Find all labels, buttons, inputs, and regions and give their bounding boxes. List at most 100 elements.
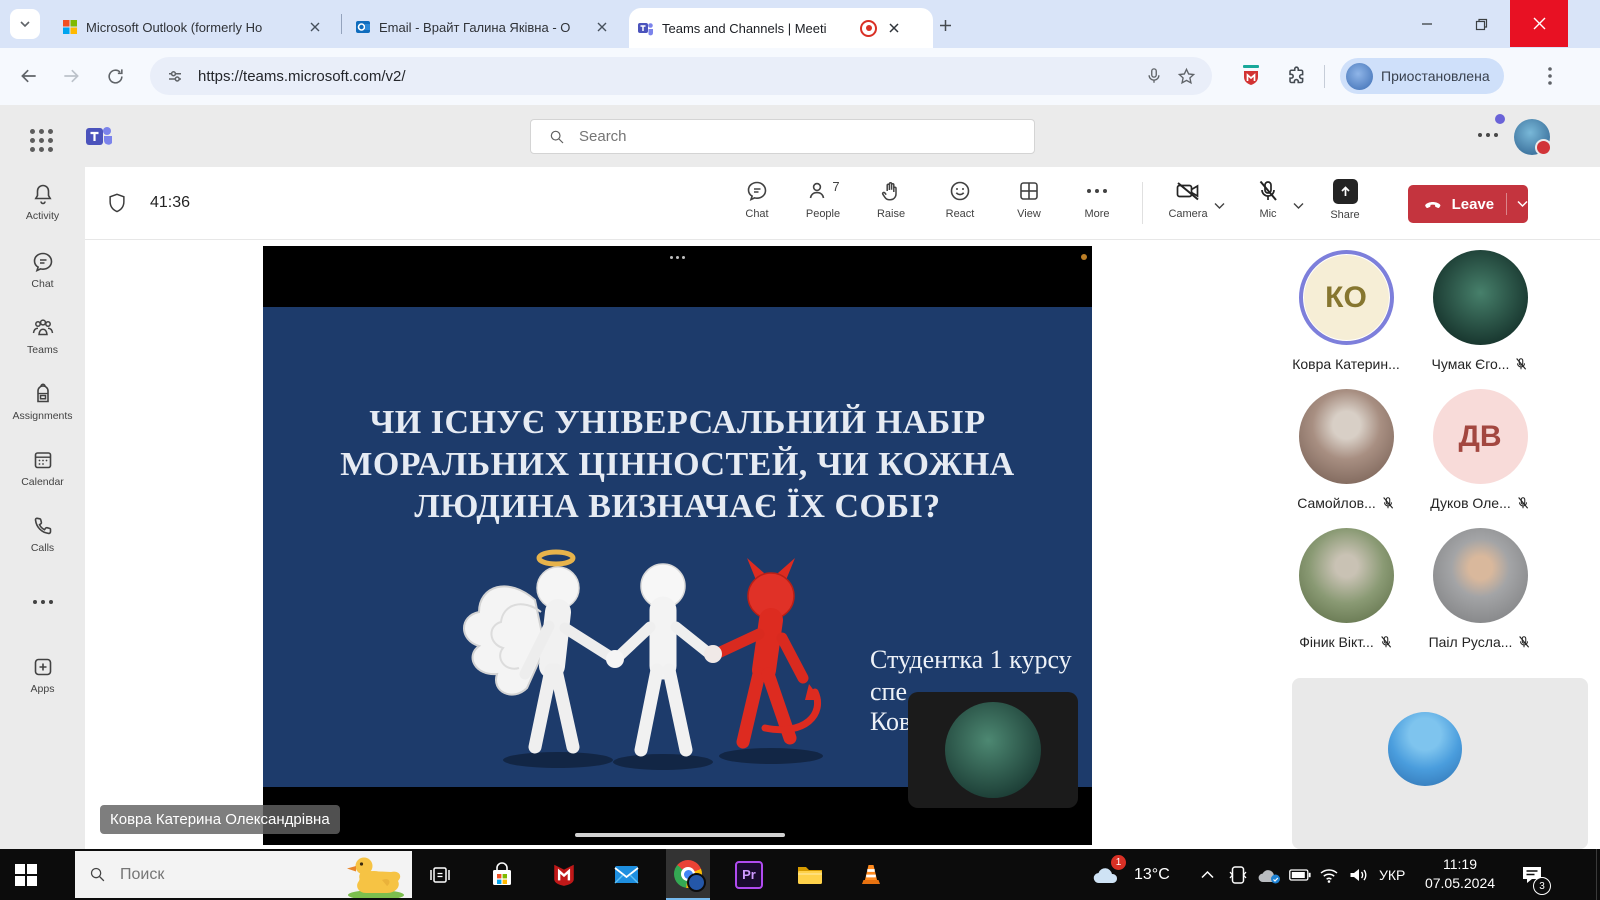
- tray-show-hidden-icons[interactable]: [1190, 849, 1224, 900]
- taskbar-item-chrome-active[interactable]: [666, 849, 710, 900]
- tab-search-chevron-button[interactable]: [10, 9, 40, 39]
- tab-close-button[interactable]: [885, 19, 903, 37]
- url-text[interactable]: https://teams.microsoft.com/v2/: [198, 68, 1145, 85]
- self-view-tile[interactable]: [908, 692, 1078, 808]
- sidebar-item-teams[interactable]: Teams: [0, 316, 85, 356]
- taskbar-search-input[interactable]: [118, 865, 312, 885]
- search-icon: [549, 129, 565, 145]
- participant-grid: КО Ковра Катерин... Чумак Єго... Самойло…: [1279, 250, 1559, 651]
- meeting-raise-hand-button[interactable]: Raise: [861, 179, 921, 220]
- address-bar[interactable]: https://teams.microsoft.com/v2/: [150, 57, 1212, 95]
- taskbar-item-mail[interactable]: [604, 849, 648, 900]
- reload-button[interactable]: [98, 59, 132, 93]
- tab-close-button[interactable]: [593, 18, 611, 36]
- sidebar-item-assignments[interactable]: Assignments: [0, 382, 85, 422]
- mic-options-chevron[interactable]: [1293, 197, 1304, 215]
- participant-tile-large[interactable]: [1292, 678, 1588, 849]
- show-desktop-button[interactable]: [1596, 849, 1600, 900]
- search-input[interactable]: [577, 127, 961, 146]
- sidebar-item-calendar[interactable]: Calendar: [0, 448, 85, 488]
- teams-search-bar[interactable]: [530, 119, 1035, 154]
- toolbar-divider: [1324, 65, 1325, 88]
- meeting-chat-button[interactable]: Chat: [727, 179, 787, 220]
- leave-options-chevron[interactable]: [1517, 200, 1528, 208]
- teams-profile-avatar[interactable]: [1514, 119, 1550, 155]
- participant-tile[interactable]: ДВ Дуков Оле...: [1413, 389, 1547, 512]
- extensions-puzzle-icon[interactable]: [1286, 65, 1307, 91]
- profile-chip[interactable]: Приостановлена: [1340, 58, 1504, 94]
- teams-more-options-button[interactable]: [1478, 133, 1498, 137]
- meeting-react-button[interactable]: React: [930, 179, 990, 220]
- meeting-share-button[interactable]: Share: [1315, 179, 1375, 221]
- tray-wifi-icon[interactable]: [1313, 849, 1345, 900]
- tab-teams-active[interactable]: Teams and Channels | Meeti: [629, 8, 933, 48]
- taskbar-item-vlc[interactable]: [849, 849, 893, 900]
- tray-weather-temp[interactable]: 13°C: [1134, 866, 1170, 884]
- ellipsis-icon: [33, 600, 53, 604]
- participant-tile[interactable]: Чумак Єго...: [1413, 250, 1547, 373]
- participant-tile[interactable]: КО Ковра Катерин...: [1279, 250, 1413, 373]
- shared-presentation[interactable]: ЧИ ІСНУЄ УНІВЕРСАЛЬНИЙ НАБІР МОРАЛЬНИХ Ц…: [263, 246, 1092, 845]
- new-tab-button[interactable]: [932, 12, 958, 38]
- window-close-button[interactable]: [1510, 0, 1568, 47]
- sidebar-item-activity[interactable]: Activity: [0, 182, 85, 222]
- tray-clock[interactable]: 11:19 07.05.2024: [1412, 855, 1508, 893]
- start-button[interactable]: [4, 849, 48, 900]
- window-restore-button[interactable]: [1458, 1, 1504, 47]
- sidebar-item-chat[interactable]: Chat: [0, 250, 85, 290]
- tray-weather-icon[interactable]: 1: [1088, 849, 1124, 900]
- taskbar-search-box[interactable]: [75, 851, 412, 898]
- taskbar-item-mcafee[interactable]: [542, 849, 586, 900]
- presentation-scrollbar[interactable]: [575, 833, 785, 837]
- leave-label: Leave: [1452, 196, 1495, 213]
- browser-menu-button[interactable]: [1536, 62, 1564, 90]
- avatar-photo: [1433, 250, 1528, 345]
- mcafee-extension-icon[interactable]: [1240, 64, 1262, 93]
- app-launcher-waffle-icon[interactable]: [30, 129, 53, 152]
- calendar-icon: [31, 448, 55, 472]
- meeting-view-button[interactable]: View: [999, 179, 1059, 220]
- avatar-photo: [1388, 712, 1462, 786]
- camera-options-chevron[interactable]: [1214, 197, 1225, 215]
- tab-close-button[interactable]: [306, 18, 324, 36]
- tray-onedrive-icon[interactable]: [1252, 849, 1286, 900]
- meeting-security-shield-icon[interactable]: [106, 191, 128, 220]
- voice-search-icon[interactable]: [1145, 67, 1163, 85]
- bookmark-star-icon[interactable]: [1177, 67, 1196, 86]
- presentation-drag-handle[interactable]: [670, 256, 685, 259]
- action-center-button[interactable]: 3: [1512, 849, 1552, 900]
- taskbar-item-file-explorer[interactable]: [788, 849, 832, 900]
- forward-button[interactable]: [54, 59, 88, 93]
- meeting-people-button[interactable]: 7 People: [793, 179, 853, 220]
- tray-battery-icon[interactable]: [1284, 849, 1316, 900]
- sidebar-item-calls[interactable]: Calls: [0, 514, 85, 554]
- leave-button[interactable]: Leave: [1408, 185, 1528, 223]
- site-settings-icon[interactable]: [166, 67, 184, 85]
- microsoft-store-icon: [489, 862, 515, 888]
- participant-name: Дуков Оле...: [1430, 495, 1511, 511]
- taskbar-item-microsoft-store[interactable]: [480, 849, 524, 900]
- task-view-button[interactable]: [418, 849, 462, 900]
- tray-phone-link-icon[interactable]: [1222, 849, 1254, 900]
- people-count-badge: 7: [832, 179, 839, 194]
- tray-volume-icon[interactable]: [1342, 849, 1374, 900]
- people-icon: [806, 179, 830, 203]
- taskbar-item-premiere[interactable]: Pr: [727, 849, 771, 900]
- tab-outlook-home[interactable]: Microsoft Outlook (formerly Ho: [54, 8, 352, 46]
- window-minimize-button[interactable]: [1404, 1, 1450, 47]
- participant-name: Самойлов...: [1297, 495, 1376, 511]
- participant-tile[interactable]: Фіник Вікт...: [1279, 528, 1413, 651]
- meeting-more-button[interactable]: More: [1067, 179, 1127, 220]
- sidebar-more-button[interactable]: [0, 600, 85, 604]
- tab-email[interactable]: Email - Врайт Галина Яківна - O: [347, 8, 639, 46]
- sidebar-item-apps[interactable]: Apps: [0, 655, 85, 695]
- participant-tile[interactable]: Самойлов...: [1279, 389, 1413, 512]
- teams-logo[interactable]: [84, 122, 114, 157]
- participant-tile[interactable]: Паіл Русла...: [1413, 528, 1547, 651]
- toolbar-divider: [1142, 182, 1143, 224]
- close-icon: [889, 23, 899, 33]
- tray-language-indicator[interactable]: УКР: [1379, 867, 1405, 883]
- back-button[interactable]: [12, 59, 46, 93]
- meeting-camera-button[interactable]: Camera: [1158, 179, 1218, 220]
- meeting-mic-button[interactable]: Mic: [1238, 179, 1298, 220]
